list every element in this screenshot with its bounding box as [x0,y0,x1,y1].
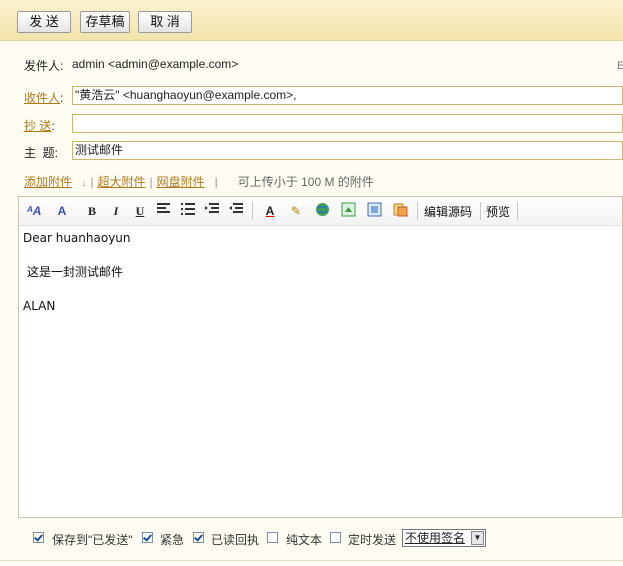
scheduled-send-label: 定时发送 [348,533,397,547]
to-label[interactable]: 收件人 [24,91,60,105]
body-line: 这是一封测试邮件 [27,265,124,279]
save-draft-button[interactable]: 存草稿 [80,11,130,33]
italic-icon[interactable]: I [107,202,125,220]
attachment-hint: 可上传小于 100 M 的附件 [237,175,374,189]
scheduled-send-checkbox[interactable] [330,532,341,543]
indent-icon[interactable] [203,202,221,220]
bold-icon[interactable]: B [83,202,101,220]
disk-attachment-link[interactable]: 网盘附件 [157,175,205,189]
subject-field[interactable]: 测试邮件 [72,141,623,160]
right-edge-label: E [617,60,623,72]
read-receipt-label: 已读回执 [211,533,260,547]
to-colon: : [60,91,64,105]
attachment-arrow-icon[interactable]: ↓ [81,178,86,189]
align-icon[interactable] [155,202,173,220]
subject-label: 主 题: [24,146,59,160]
font-color-icon[interactable]: A [261,202,279,220]
to-label-wrap: 收件人: [24,89,63,106]
highlight-icon[interactable]: ✎ [287,202,305,220]
plain-text-label: 纯文本 [286,533,323,547]
list-icon[interactable] [179,202,197,220]
add-attachment-link[interactable]: 添加附件 [24,175,72,189]
cc-colon: : [51,119,55,133]
urgent-label: 紧急 [160,533,185,547]
rich-text-editor: ᴬA A B I U A ✎ 编辑源码 预览 Dear huanhaoyun 这… [18,196,623,518]
from-value: admin <admin@example.com> [72,57,239,71]
toolbar-separator [517,202,518,220]
urgent-checkbox[interactable] [142,532,153,543]
toolbar-separator [417,202,418,220]
attachment-bar: 添加附件 ↓ | 超大附件 | 网盘附件 | 可上传小于 100 M 的附件 [24,175,374,189]
signature-select[interactable]: 不使用签名 ▼ [402,529,486,547]
signature-select-value: 不使用签名 [405,531,466,545]
editor-toolbar: ᴬA A B I U A ✎ 编辑源码 预览 [19,197,622,226]
cc-label[interactable]: 抄 送 [24,119,51,133]
toolbar-separator [252,202,253,220]
body-line: Dear huanhaoyun [23,231,131,245]
send-button[interactable]: 发 送 [17,11,71,33]
link-icon[interactable] [313,202,331,220]
body-line: ALAN [23,299,56,313]
bottom-divider [0,560,623,561]
read-receipt-checkbox[interactable] [193,532,204,543]
from-label: 发件人: [24,59,64,73]
cc-field[interactable] [72,114,623,133]
save-sent-checkbox[interactable] [33,532,44,543]
big-attachment-link[interactable]: 超大附件 [97,175,145,189]
underline-icon[interactable]: U [131,202,149,220]
cc-label-wrap: 抄 送: [24,117,55,134]
cancel-button[interactable]: 取 消 [138,11,192,33]
edit-source-button[interactable]: 编辑源码 [424,203,472,220]
outdent-icon[interactable] [227,202,245,220]
toolbar-separator [480,202,481,220]
to-field[interactable]: "黄浩云" <huanghaoyun@example.com>, [72,86,623,105]
preview-button[interactable]: 预览 [486,203,510,220]
save-sent-label: 保存到"已发送" [52,533,133,547]
chevron-down-icon[interactable]: ▼ [471,531,484,545]
font-size-icon[interactable]: A [53,202,71,220]
paste-icon[interactable] [391,202,409,220]
message-body[interactable]: Dear huanhaoyun 这是一封测试邮件 ALAN [21,229,620,515]
picture-icon[interactable] [365,202,383,220]
font-style-icon[interactable]: ᴬA [25,202,43,220]
plain-text-checkbox[interactable] [267,532,278,543]
image-icon[interactable] [339,202,357,220]
top-toolbar: 发 送 存草稿 取 消 [0,0,623,41]
